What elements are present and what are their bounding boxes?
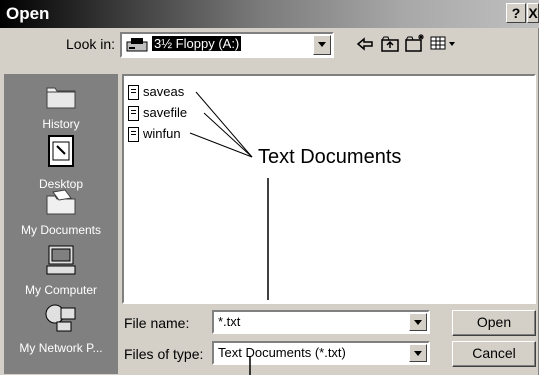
file-type-select[interactable]: Text Documents (*.txt) [212,341,430,365]
file-name-dropdown-button[interactable] [409,313,427,331]
title-bar[interactable]: Open ? X [0,0,539,28]
up-folder-icon[interactable] [380,35,400,58]
file-name: saveas [143,84,185,99]
place-history[interactable]: History [4,80,118,131]
place-label: My Documents [20,223,102,237]
file-name-label: File name: [124,315,190,331]
my-computer-icon [41,245,81,280]
cancel-button[interactable]: Cancel [452,341,536,367]
place-label: My Computer [24,283,98,297]
desktop-icon [41,135,81,174]
view-menu-icon[interactable] [430,36,458,57]
window-title: Open [6,4,50,23]
look-in-combo[interactable]: 3½ Floppy (A:) [120,32,334,58]
file-type-label: Files of type: [124,346,204,362]
help-button[interactable]: ? [506,3,526,23]
look-in-dropdown-button[interactable] [313,35,331,55]
file-type-value: Text Documents (*.txt) [218,345,346,360]
file-type-dropdown-button[interactable] [409,344,427,362]
text-document-icon [128,85,139,100]
open-dialog: Open ? X Look in: 3½ Floppy (A:) History [0,0,539,375]
place-network[interactable]: My Network P... [4,302,118,355]
callout-text: Text Documents [258,146,402,168]
history-folder-icon [41,87,81,114]
network-places-icon [41,304,81,338]
file-name-value: *.txt [218,314,241,329]
look-in-value: 3½ Floppy (A:) [152,36,242,51]
back-arrow-icon[interactable] [356,36,374,57]
places-bar: History Desktop My Documents My Computer… [4,74,118,374]
file-name-field[interactable]: *.txt [212,310,430,334]
text-document-icon [128,106,139,121]
file-list[interactable]: saveas savefile winfun [122,74,536,304]
place-desktop[interactable]: Desktop [4,134,118,191]
text-document-icon [128,127,139,142]
file-name: winfun [143,126,181,141]
file-name: savefile [143,105,188,120]
look-in-label: Look in: [66,36,116,52]
place-my-documents[interactable]: My Documents [4,186,118,237]
place-my-computer[interactable]: My Computer [4,244,118,297]
place-label: My Network P... [19,341,103,355]
close-button[interactable]: X [527,3,539,23]
floppy-drive-icon [126,37,148,53]
open-button[interactable]: Open [452,310,536,336]
my-documents-icon [41,189,81,220]
new-folder-icon[interactable] [404,33,426,58]
place-label: History [42,117,80,131]
